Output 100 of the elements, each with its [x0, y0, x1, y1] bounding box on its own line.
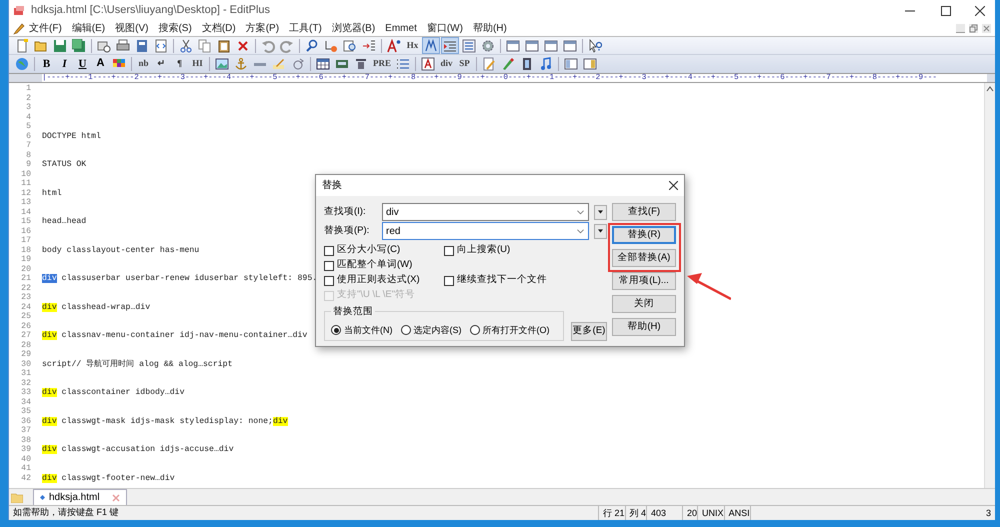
- toolbar-button[interactable]: B: [38, 56, 55, 72]
- line-number: 25: [20, 312, 31, 322]
- mdi-restore-icon[interactable]: [969, 24, 978, 33]
- menu-item[interactable]: 文档(D): [202, 22, 236, 36]
- toolbar-button[interactable]: nb: [135, 56, 152, 72]
- search-icon: [305, 38, 319, 52]
- checkbox[interactable]: [324, 276, 334, 286]
- checkbox[interactable]: [444, 246, 454, 256]
- toolbar-button[interactable]: ¶: [171, 56, 188, 72]
- line-number: 17: [20, 236, 31, 246]
- radio-button[interactable]: [400, 325, 410, 336]
- toolbar-button[interactable]: PRE: [371, 56, 393, 72]
- code-line: div classnav-menu-container idj-nav-menu-container…div: [42, 331, 308, 340]
- menu-item[interactable]: 搜索(S): [158, 22, 192, 36]
- line-number: 1: [25, 84, 31, 94]
- line-number: 31: [20, 369, 31, 378]
- print-preview-icon: [97, 38, 111, 52]
- toolbar-button[interactable]: SP: [456, 56, 473, 72]
- code-line: head…head: [42, 217, 86, 226]
- dialog-button[interactable]: 常用项(L)...: [612, 272, 676, 290]
- film-icon: [520, 57, 534, 71]
- close-icon[interactable]: [975, 6, 985, 16]
- save-all-icon: [72, 38, 86, 52]
- font-box-button[interactable]: [419, 56, 437, 72]
- toolbar-button[interactable]: Hx: [404, 37, 421, 54]
- globe-button[interactable]: [13, 56, 31, 72]
- image-button[interactable]: [213, 56, 231, 72]
- line-number: 14: [20, 208, 31, 217]
- line-number: 26: [20, 322, 31, 331]
- menu-item[interactable]: 工具(T): [289, 22, 322, 36]
- column-abc-button[interactable]: [460, 37, 478, 54]
- combo-field[interactable]: div: [382, 203, 589, 221]
- dialog-button[interactable]: 查找(F): [612, 203, 676, 221]
- dialog-button[interactable]: 全部替换(A): [612, 249, 676, 267]
- word-wrap-button[interactable]: [422, 37, 440, 54]
- music-note-icon: [539, 57, 553, 71]
- toolbar-button[interactable]: HI: [189, 56, 206, 72]
- toolbar-button[interactable]: A: [92, 56, 109, 72]
- checkbox[interactable]: [324, 260, 334, 270]
- folder-icon: [34, 38, 48, 52]
- line-indent-button[interactable]: [441, 37, 459, 54]
- menu-item[interactable]: 窗口(W): [426, 22, 463, 36]
- line-number: 22: [20, 284, 31, 293]
- menu-item[interactable]: Emmet: [385, 22, 417, 36]
- window-icon: [563, 38, 577, 52]
- menu-item[interactable]: 视图(V): [115, 22, 148, 36]
- line-number: 28: [20, 340, 31, 350]
- chevron-down-icon: [577, 210, 584, 214]
- clipboard-icon: [217, 38, 231, 52]
- table-button[interactable]: [314, 56, 332, 72]
- dialog-button[interactable]: 替换(R): [612, 226, 676, 244]
- book-icon: [135, 38, 149, 52]
- line-number: 30: [20, 360, 31, 369]
- line-number: 24: [20, 302, 31, 312]
- find-in-files-icon: [343, 38, 357, 52]
- line-number: 39: [20, 445, 31, 454]
- panel-button[interactable]: [562, 56, 580, 72]
- menu-item[interactable]: 编辑(E): [72, 22, 106, 36]
- checkbox[interactable]: [444, 276, 454, 286]
- radio-button[interactable]: [331, 325, 341, 336]
- dialog-button[interactable]: 帮助(H): [612, 318, 676, 336]
- line-number: 15: [20, 217, 31, 226]
- line-number: 16: [20, 226, 31, 236]
- line-number: 29: [20, 350, 31, 360]
- line-number: 7: [25, 141, 31, 150]
- vertical-scrollbar[interactable]: [984, 83, 995, 488]
- close-icon[interactable]: [669, 181, 678, 190]
- save-button[interactable]: [51, 37, 69, 54]
- scroll-up-icon[interactable]: [986, 85, 994, 93]
- line-number: 2: [25, 94, 31, 103]
- line-number: 5: [25, 122, 31, 132]
- mdi-close-icon[interactable]: [982, 24, 991, 33]
- menu-item[interactable]: 方案(P): [246, 22, 280, 36]
- anchor-icon: [234, 57, 248, 71]
- more-button[interactable]: 更多(E): [571, 322, 607, 341]
- radio-button[interactable]: [470, 325, 480, 336]
- dialog-button[interactable]: 关闭: [612, 295, 676, 313]
- font-size-button[interactable]: [385, 37, 403, 54]
- toolbar-button[interactable]: I: [56, 56, 73, 72]
- menu-item[interactable]: 浏览器(B): [332, 22, 376, 36]
- line-number: 4: [25, 112, 31, 122]
- maximize-icon[interactable]: [941, 6, 951, 16]
- file-tab[interactable]: hdksja.html: [33, 489, 127, 505]
- toolbar-button[interactable]: div: [438, 56, 455, 72]
- panel-button[interactable]: [581, 56, 599, 72]
- line-number: 13: [20, 198, 31, 208]
- menu-item[interactable]: 帮助(H): [472, 22, 507, 36]
- status-help-text: 如需帮助，请按键盘 F1 键: [13, 506, 120, 520]
- toolbar-button[interactable]: ↵: [153, 56, 170, 72]
- checkbox[interactable]: [324, 246, 334, 256]
- dropdown-button[interactable]: [594, 204, 607, 220]
- line-number: 27: [20, 331, 31, 340]
- menu-item[interactable]: 文件(F): [29, 22, 62, 36]
- toolbar-button[interactable]: U: [74, 56, 91, 72]
- line-number: 10: [20, 170, 31, 179]
- save-all-button[interactable]: [70, 37, 88, 54]
- field-label: 查找项(I):: [324, 204, 367, 219]
- dropdown-button[interactable]: [594, 224, 607, 238]
- combo-field[interactable]: red: [382, 222, 589, 240]
- code-line: html: [42, 188, 62, 198]
